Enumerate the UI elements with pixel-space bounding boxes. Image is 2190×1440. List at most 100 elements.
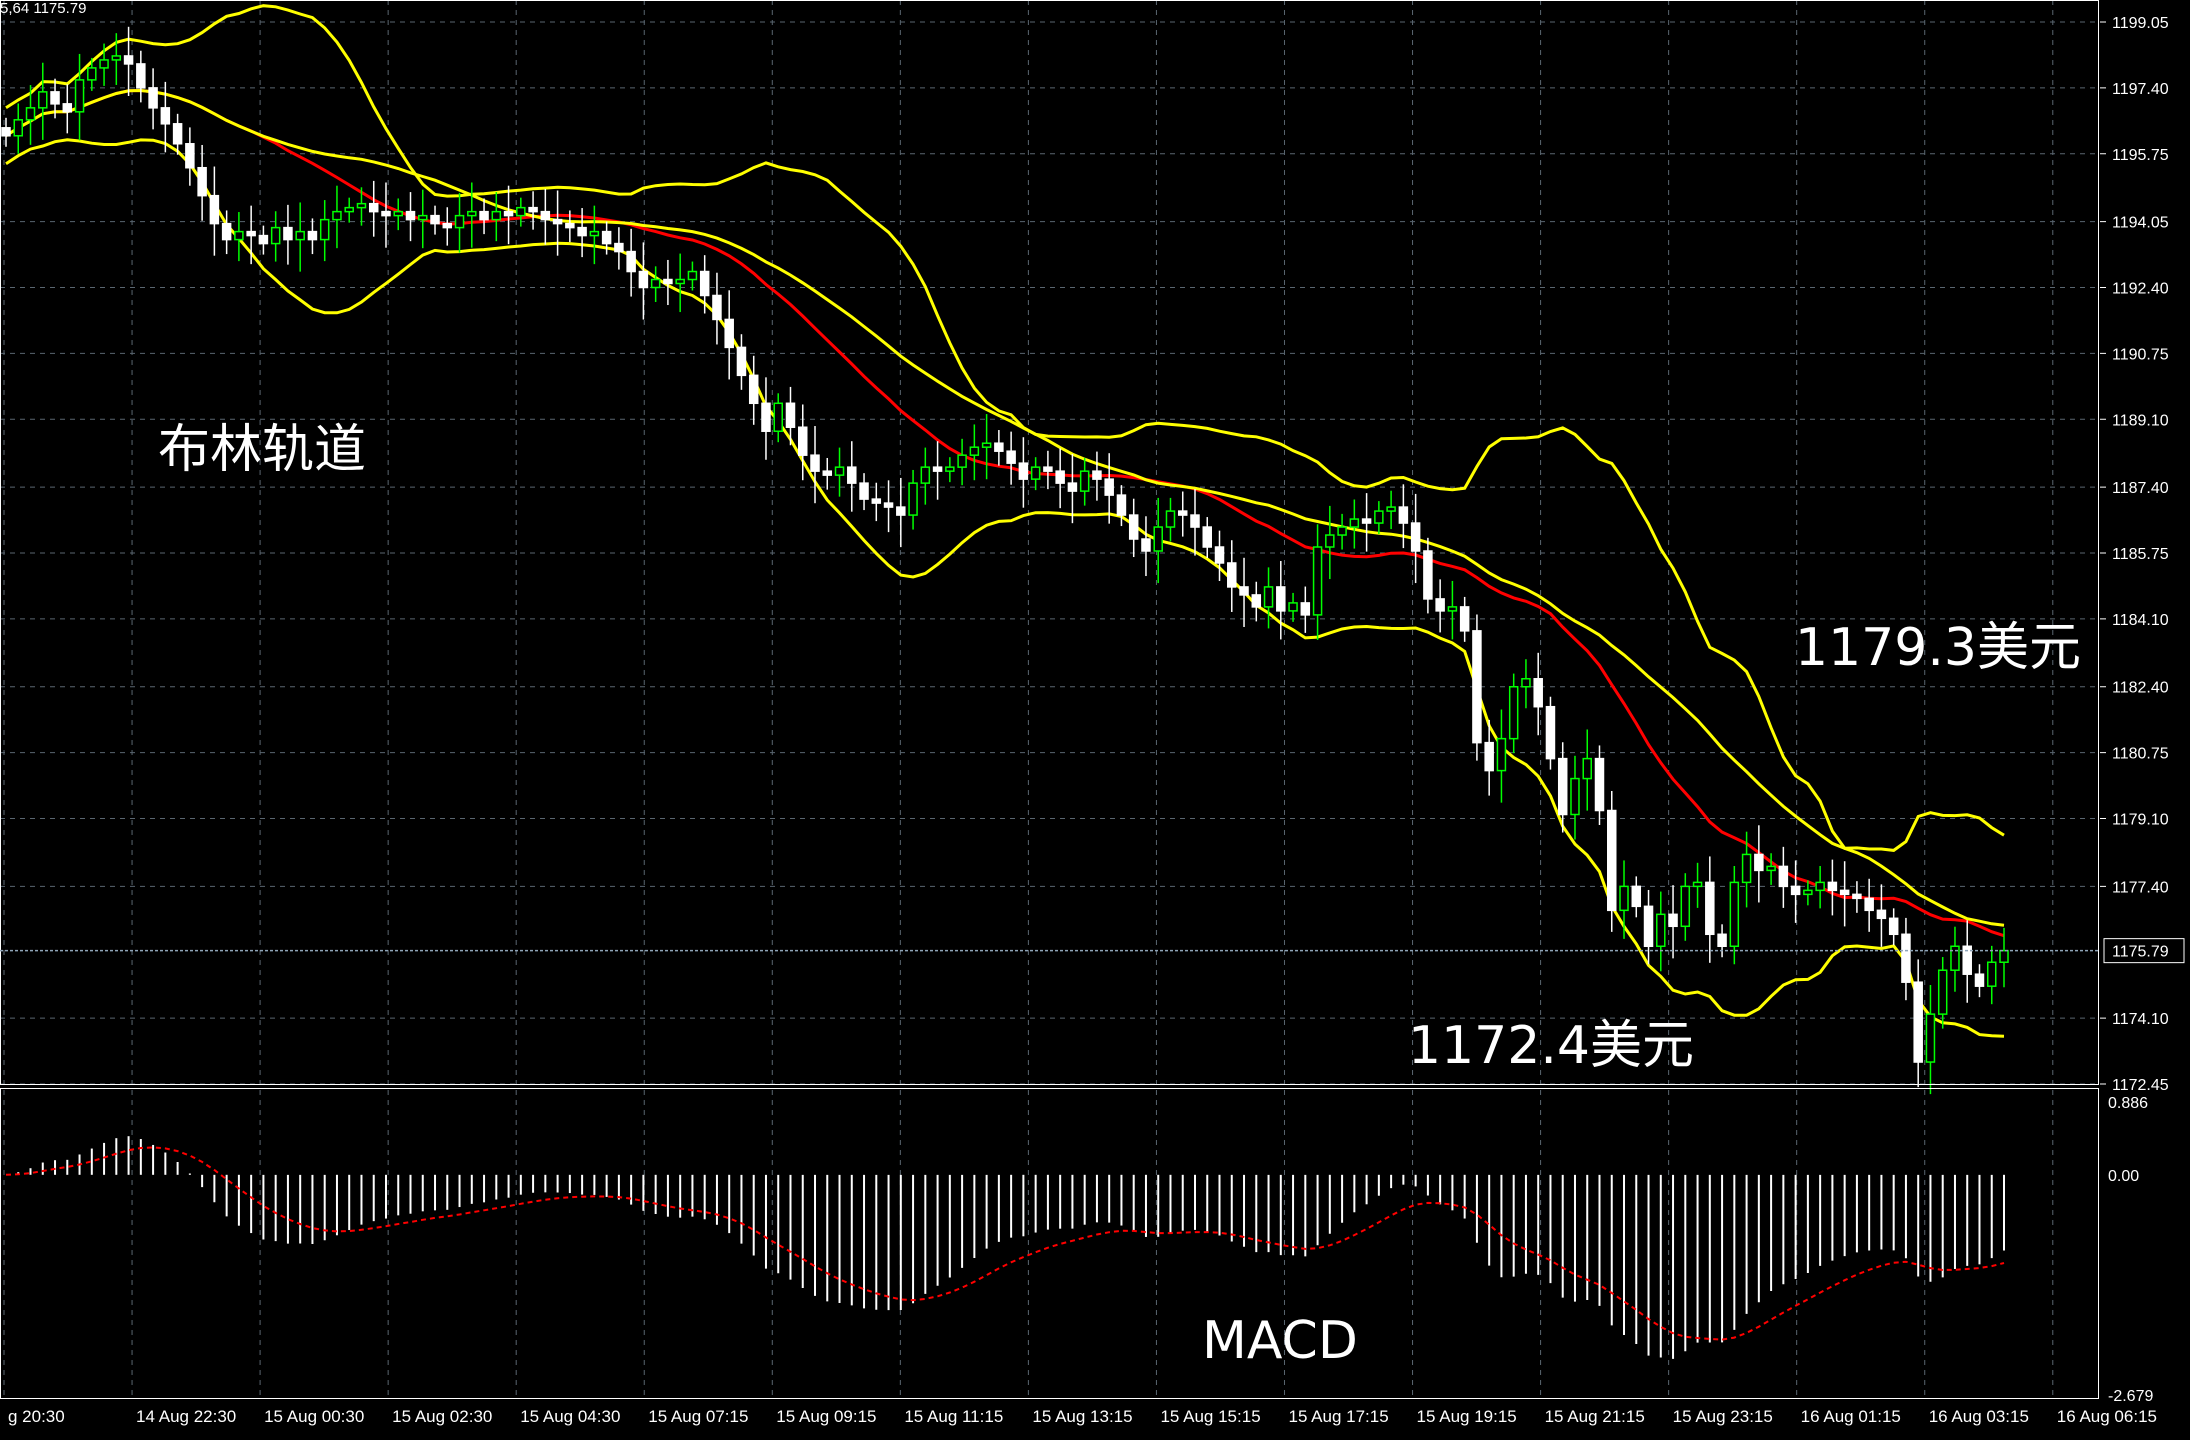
time-tick-label: 16 Aug 01:15 xyxy=(1801,1407,1901,1426)
candle-body xyxy=(1888,917,1899,936)
candle-body xyxy=(871,498,882,504)
candle-body xyxy=(957,454,967,468)
price-tick-label: 1182.40 xyxy=(2112,680,2169,697)
candle-body xyxy=(663,278,673,285)
candle-body xyxy=(1484,741,1494,772)
candle-body xyxy=(1386,506,1396,512)
candle-body xyxy=(601,230,612,245)
candle-body xyxy=(1251,594,1262,608)
candle-body xyxy=(123,55,134,65)
candle-body xyxy=(1766,865,1776,872)
candle-body xyxy=(1276,586,1286,612)
candle-body xyxy=(1570,777,1580,816)
candle-body xyxy=(1472,630,1482,744)
candle-body xyxy=(797,426,808,456)
candle-body xyxy=(1043,466,1053,472)
macd-panel: 0.886 0.00 -2.679 xyxy=(5,1095,2153,1405)
candle-body xyxy=(1901,933,1911,983)
candle-body xyxy=(920,466,931,484)
candle-body xyxy=(221,222,232,241)
candle-body xyxy=(1239,586,1249,596)
candle-body xyxy=(945,466,955,472)
time-tick-label: 15 Aug 17:15 xyxy=(1288,1407,1388,1426)
candle-body xyxy=(552,218,563,225)
candle-body xyxy=(111,55,122,61)
candle-body xyxy=(908,482,918,516)
price-tick-label: 1194.05 xyxy=(2112,215,2169,232)
candle-body xyxy=(896,506,906,516)
candle-body xyxy=(1656,913,1666,948)
candle-body xyxy=(246,230,256,237)
price-tick-label: 1179.10 xyxy=(2112,812,2169,829)
candle-body xyxy=(148,87,158,109)
trading-chart: 0.886 0.00 -2.679 1199.05 1197.40 1195.75 119… xyxy=(0,0,2185,1426)
time-tick-label: 15 Aug 07:15 xyxy=(648,1407,748,1426)
candle-body xyxy=(1692,881,1703,888)
candle-body xyxy=(577,226,587,237)
bollinger-bands xyxy=(5,4,2005,1038)
candle-body xyxy=(307,230,318,241)
candle-body xyxy=(1361,518,1372,524)
candle-body xyxy=(1876,909,1887,920)
candle-body xyxy=(1325,534,1335,548)
time-tick-label: g 20:30 xyxy=(8,1407,65,1426)
candle-body xyxy=(1925,1013,1936,1063)
candle-body xyxy=(994,442,1004,452)
candles xyxy=(1,26,2009,1095)
candle-body xyxy=(1496,737,1507,772)
candle-body xyxy=(467,210,477,217)
candle-body xyxy=(1288,602,1298,612)
candle-body xyxy=(319,218,330,241)
time-tick-label: 15 Aug 02:30 xyxy=(392,1407,492,1426)
candle-body xyxy=(405,210,416,221)
candle-body xyxy=(1104,478,1114,496)
price-tick-label: 1192.40 xyxy=(2112,281,2169,298)
candle-body xyxy=(859,482,869,500)
candle-body xyxy=(822,470,833,476)
candle-body xyxy=(491,210,502,221)
candle-body xyxy=(699,270,710,297)
candle-body xyxy=(1803,889,1813,896)
candle-body xyxy=(883,502,894,508)
candle-body xyxy=(332,210,342,221)
candle-body xyxy=(454,214,465,229)
current-price-label: 1175.79 xyxy=(2112,944,2169,961)
candle-body xyxy=(1423,550,1433,600)
candle-body xyxy=(1116,494,1127,516)
candle-body xyxy=(1079,470,1090,492)
candle-body xyxy=(969,446,980,456)
price-tick-label: 1189.10 xyxy=(2112,412,2169,429)
candle-body xyxy=(1643,905,1654,948)
candle-body xyxy=(38,91,48,109)
time-tick-label: 15 Aug 21:15 xyxy=(1545,1407,1645,1426)
candle-body xyxy=(1521,678,1531,688)
time-tick-label: 16 Aug 06:15 xyxy=(2057,1407,2157,1426)
candle-body xyxy=(283,226,293,241)
candle-body xyxy=(418,214,428,221)
candle-body xyxy=(87,67,97,81)
candle-body xyxy=(834,466,845,476)
candle-body xyxy=(1508,685,1519,740)
candle-body xyxy=(74,79,85,113)
candle-body xyxy=(1913,981,1923,1063)
candle-body xyxy=(1680,885,1691,928)
candle-body xyxy=(1410,522,1421,552)
time-tick-label: 15 Aug 19:15 xyxy=(1417,1407,1517,1426)
candle-body xyxy=(1006,450,1016,464)
candle-body xyxy=(13,119,24,137)
candle-body xyxy=(712,294,722,321)
candle-body xyxy=(847,466,857,484)
macd-tick-label: 0.886 xyxy=(2108,1095,2148,1112)
candle-body xyxy=(1717,933,1727,948)
candle-body xyxy=(356,202,367,209)
candle-body xyxy=(1459,606,1470,632)
candle-body xyxy=(516,206,526,217)
candle-body xyxy=(1165,510,1176,528)
main-frame xyxy=(0,0,2099,1085)
candle-body xyxy=(1839,889,1850,896)
candle-body xyxy=(295,230,305,241)
candle-body xyxy=(1227,562,1237,588)
macd-tick-label: -2.679 xyxy=(2108,1388,2153,1405)
candle-body xyxy=(1986,961,1997,987)
price-tick-label: 1199.05 xyxy=(2112,15,2169,32)
